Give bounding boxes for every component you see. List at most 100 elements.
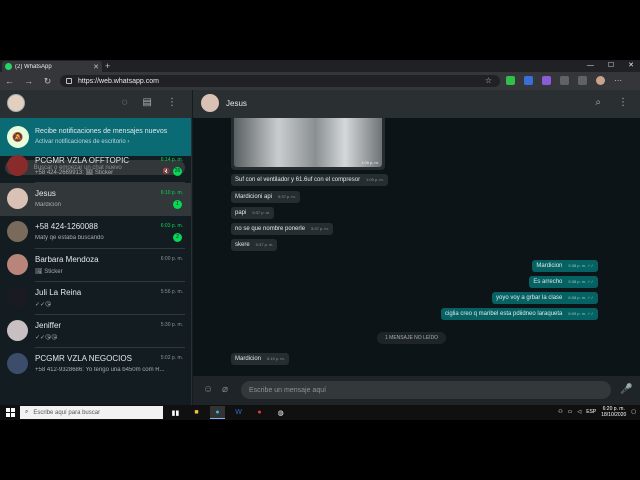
status-icon[interactable]: ◌ <box>122 97 128 108</box>
taskbar-apps: ▮▮ ■ ● W ● ◍ <box>168 406 288 419</box>
chat-item[interactable]: PCGMR VZLA NEGOCIOS 5:02 p. m. +58 412-9… <box>0 348 191 375</box>
clock[interactable]: 6:20 p. m. 18/10/2020 <box>601 406 626 418</box>
collections-icon[interactable] <box>578 76 587 85</box>
chat-time: 5:02 p. m. <box>160 355 183 361</box>
more-icon[interactable]: ⋯ <box>614 76 623 85</box>
message-text: no se que nombre ponerle <box>235 226 306 232</box>
word-icon[interactable]: W <box>231 406 246 419</box>
image-message[interactable]: 1:06 p. m. <box>231 118 385 170</box>
attach-icon[interactable]: ⌀ <box>222 384 228 395</box>
chat-item[interactable]: Barbara Mendoza 6:00 p. m. 🖼 Sticker <box>0 249 191 282</box>
people-icon[interactable]: ⚇ <box>558 409 562 415</box>
back-icon[interactable]: ← <box>0 76 19 86</box>
screen: (2) WhatsApp ✕ + — ☐ ✕ ← → ↻ https://web… <box>0 60 640 420</box>
task-view-icon[interactable]: ▮▮ <box>168 406 183 419</box>
edge-browser-icon[interactable]: ● <box>210 406 225 419</box>
avatar <box>7 320 28 341</box>
avatar[interactable] <box>201 94 219 112</box>
maximize-icon[interactable]: ☐ <box>608 60 614 72</box>
extension-icon[interactable] <box>542 76 551 85</box>
chat-item[interactable]: Jesus 6:10 p. m. Mardicion 1 <box>0 183 191 216</box>
chat-item-body: PCGMR VZLA NEGOCIOS 5:02 p. m. +58 412-9… <box>35 348 185 375</box>
forward-icon[interactable]: → <box>19 76 38 86</box>
avatar[interactable] <box>7 94 25 112</box>
network-icon[interactable]: ▭ <box>568 409 573 415</box>
notification-title: Recibe notificaciones de mensajes nuevos <box>35 128 168 135</box>
chat-name: Jesus <box>35 189 56 198</box>
new-chat-icon[interactable]: ▤ <box>143 97 152 108</box>
star-icon[interactable]: ☆ <box>485 75 492 87</box>
message-time: 5:37 p. m. <box>278 194 296 199</box>
url-input[interactable]: https://web.whatsapp.com ☆ <box>60 75 500 87</box>
message-time: 6:08 p. m. ✓✓ <box>568 295 594 300</box>
notification-center-icon[interactable]: ▢ <box>631 409 636 415</box>
enable-notifications-link[interactable]: Activar notificaciones de escritorio › <box>35 139 129 145</box>
incoming-message[interactable]: papi 5:37 p. m. <box>231 207 275 219</box>
avatar <box>7 221 28 242</box>
incoming-message[interactable]: no se que nombre ponerle 5:37 p. m. <box>231 223 333 235</box>
chat-item-body: Barbara Mendoza 6:00 p. m. 🖼 Sticker <box>35 249 185 282</box>
chat-preview: +58 424-2669913: 🖼 Sticker <box>35 170 114 176</box>
outgoing-message[interactable]: ciglia creo q maribel esta pdiidneo lara… <box>440 308 598 320</box>
taskbar-search-input[interactable]: ⌕ Escribe aquí para buscar <box>20 406 163 419</box>
language-indicator[interactable]: ESP <box>586 409 596 415</box>
app-icon[interactable]: ● <box>252 406 267 419</box>
app-icon[interactable]: ◍ <box>273 406 288 419</box>
message-input[interactable]: Escribe un mensaje aquí <box>241 381 611 399</box>
menu-icon[interactable]: ⋮ <box>618 97 628 108</box>
incoming-message[interactable]: Mardicioni api 5:37 p. m. <box>231 191 300 203</box>
chat-item[interactable]: PCGMR VZLA OFFTOPIC 6:14 p. m. +58 424-2… <box>0 150 191 183</box>
shield-extension-icon[interactable] <box>506 76 515 85</box>
unread-badge: 2 <box>173 233 182 242</box>
browser-tab[interactable]: (2) WhatsApp ✕ <box>2 61 102 72</box>
message-time: 5:37 p. m. <box>311 226 329 231</box>
emoji-icon[interactable]: ☺ <box>203 384 213 395</box>
chat-name: Barbara Mendoza <box>35 255 99 264</box>
message-time: 6:10 p. m. <box>267 356 285 361</box>
outgoing-message[interactable]: Es arrecho 5:38 p. m. ✓✓ <box>529 276 598 288</box>
compose-placeholder: Escribe un mensaje aquí <box>249 386 327 394</box>
chat-item[interactable]: Jeniffer 5:30 p. m. ✓✓😘😘 <box>0 315 191 348</box>
contact-name: Jesus <box>226 99 247 108</box>
reload-icon[interactable]: ↻ <box>38 76 57 87</box>
muted-icon: 🔇 <box>162 169 170 175</box>
favorites-icon[interactable] <box>560 76 569 85</box>
incoming-message[interactable]: skere 5:37 p. m. <box>231 239 278 251</box>
message-time: 5:38 p. m. ✓✓ <box>568 279 594 284</box>
incoming-message[interactable]: Mardicion 6:10 p. m. <box>231 353 289 365</box>
chat-item[interactable]: +58 424-1260088 6:03 p. m. Maty qe estab… <box>0 216 191 249</box>
system-tray: ⚇ ▭ ◁ ESP 6:20 p. m. 18/10/2020 ▢ <box>558 406 636 418</box>
file-explorer-icon[interactable]: ■ <box>189 406 204 419</box>
profile-avatar[interactable] <box>596 76 605 85</box>
close-icon[interactable]: ✕ <box>93 63 99 71</box>
outgoing-message[interactable]: yoyo voy a grbar la clase 6:08 p. m. ✓✓ <box>492 292 598 304</box>
close-window-icon[interactable]: ✕ <box>628 60 634 72</box>
avatar <box>7 353 28 374</box>
chat-preview: ✓✓😘😘 <box>35 335 58 341</box>
search-icon[interactable]: ⌕ <box>595 97 601 108</box>
avatar <box>7 155 28 176</box>
menu-icon[interactable]: ⋮ <box>167 97 177 108</box>
message-time: 6:09 p. m. ✓✓ <box>568 311 594 316</box>
chat-item[interactable]: Juli La Reina 5:56 p. m. ✓✓😘 <box>0 282 191 315</box>
volume-icon[interactable]: ◁ <box>577 409 581 415</box>
incoming-message[interactable]: Suf con el ventilador y 61.6uf con el co… <box>231 174 388 186</box>
outgoing-message[interactable]: Mardicion 5:38 p. m. ✓✓ <box>532 260 598 272</box>
taskbar: ⌕ Escribe aquí para buscar ▮▮ ■ ● W ● ◍ … <box>0 405 640 420</box>
message-text: Mardicion <box>235 356 262 362</box>
whatsapp-icon <box>5 63 12 70</box>
windows-start-icon[interactable] <box>6 408 15 417</box>
chat-time: 5:30 p. m. <box>160 322 183 328</box>
chat-preview: +58 412-9328686: Yo tengo una b450m com … <box>35 367 165 373</box>
message-text: papi <box>235 210 247 216</box>
extension-icon[interactable] <box>524 76 533 85</box>
chat-name: Juli La Reina <box>35 288 82 297</box>
lock-icon <box>66 78 72 84</box>
microphone-icon[interactable]: 🎤 <box>620 384 632 395</box>
chat-header[interactable]: Jesus ⌕ ⋮ <box>193 90 640 118</box>
chat-time: 6:00 p. m. <box>160 256 183 262</box>
minimize-icon[interactable]: — <box>587 60 594 72</box>
chat-preview: 🖼 Sticker <box>35 269 63 275</box>
new-tab-button[interactable]: + <box>105 60 110 72</box>
avatar <box>7 287 28 308</box>
